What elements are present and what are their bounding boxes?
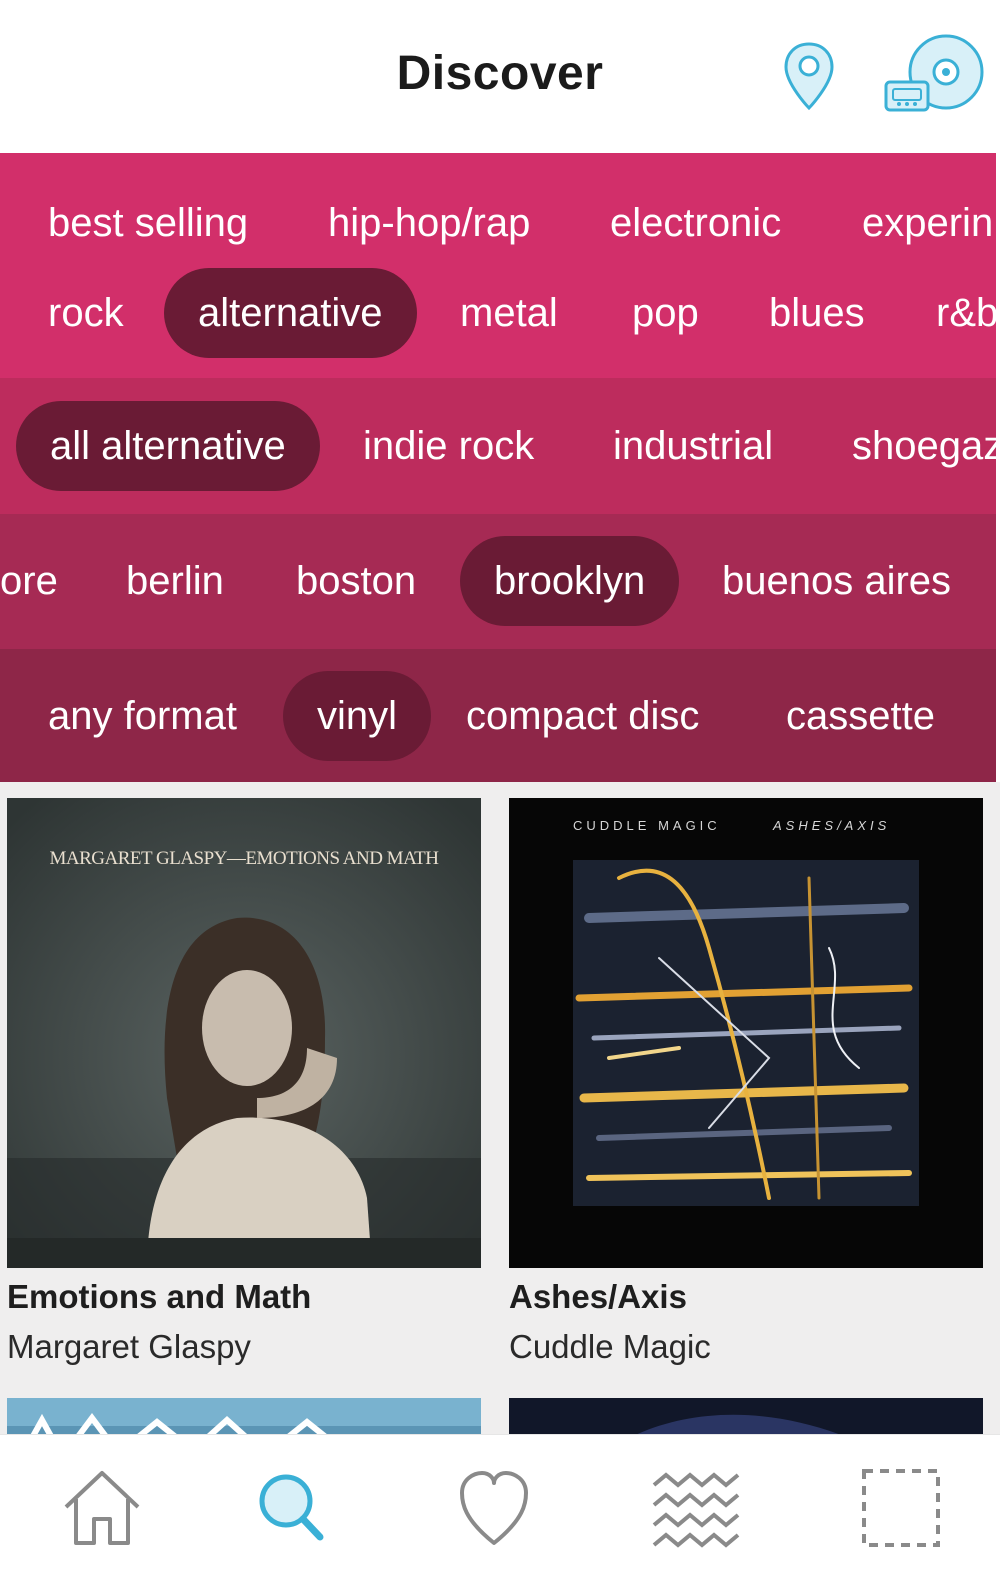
chip-rnb[interactable]: r&b [902,268,996,358]
chip-indie-rock[interactable]: indie rock [329,401,568,491]
home-icon[interactable] [52,1463,152,1553]
album-artist: Cuddle Magic [509,1328,711,1365]
album-cover: MARGARET GLASPY—EMOTIONS AND MATH [7,798,481,1268]
album-grid: MARGARET GLASPY—EMOTIONS AND MATH Emotio… [0,782,1000,1434]
cover-text: MARGARET GLASPY—EMOTIONS AND MATH [49,848,439,869]
location-filter-band: ore berlin boston brooklyn buenos aires [0,514,996,649]
chip-experimental[interactable]: experin [828,178,996,268]
album-cover-peek[interactable] [7,1398,481,1434]
chip-blues[interactable]: blues [735,268,899,358]
chip-industrial[interactable]: industrial [579,401,807,491]
chip-rock[interactable]: rock [14,268,158,358]
waves-icon[interactable] [648,1463,748,1553]
map-pin-icon[interactable] [782,40,836,112]
square-dashed-icon[interactable] [852,1463,952,1553]
bottom-navigation [0,1434,1000,1577]
chip-boston[interactable]: boston [262,536,450,626]
chip-alternative[interactable]: alternative [164,268,417,358]
chip-electronic[interactable]: electronic [576,178,815,268]
chip-location-partial[interactable]: ore [0,536,92,626]
chip-shoegaze[interactable]: shoegaz [818,401,996,491]
cassette-cd-icon[interactable] [884,34,988,114]
cover-text-artist: CUDDLE MAGIC [573,818,721,833]
album-card[interactable]: CUDDLE MAGIC ASHES/AXIS Ashes/Axis Cuddl… [509,798,983,1398]
chip-vinyl[interactable]: vinyl [283,671,432,761]
subgenre-filter-band: all alternative indie rock industrial sh… [0,378,996,514]
heart-icon[interactable] [444,1463,544,1553]
album-card[interactable]: MARGARET GLASPY—EMOTIONS AND MATH Emotio… [7,798,481,1398]
chip-all-alternative[interactable]: all alternative [16,401,320,491]
cover-text-title: ASHES/AXIS [773,818,891,833]
chip-cassette[interactable]: cassette [752,671,969,761]
format-filter-band: any format vinyl compact disc cassette [0,649,996,782]
genre-filter-band: best selling hip-hop/rap electronic expe… [0,153,996,378]
chip-any-format[interactable]: any format [14,671,271,761]
chip-metal[interactable]: metal [426,268,592,358]
album-artist: Margaret Glaspy [7,1328,251,1365]
chip-best-selling[interactable]: best selling [14,178,282,268]
album-title: Emotions and Math [7,1278,312,1315]
chip-compact-disc[interactable]: compact disc [432,671,733,761]
album-title: Ashes/Axis [509,1278,687,1315]
chip-brooklyn[interactable]: brooklyn [460,536,680,626]
chip-hip-hop-rap[interactable]: hip-hop/rap [294,178,564,268]
album-cover-peek[interactable] [509,1398,983,1434]
app-header: Discover [0,0,1000,153]
page-title: Discover [396,47,604,100]
album-cover: CUDDLE MAGIC ASHES/AXIS [509,798,983,1268]
chip-berlin[interactable]: berlin [92,536,258,626]
chip-pop[interactable]: pop [598,268,733,358]
chip-buenos-aires[interactable]: buenos aires [688,536,985,626]
search-icon[interactable] [240,1463,340,1553]
